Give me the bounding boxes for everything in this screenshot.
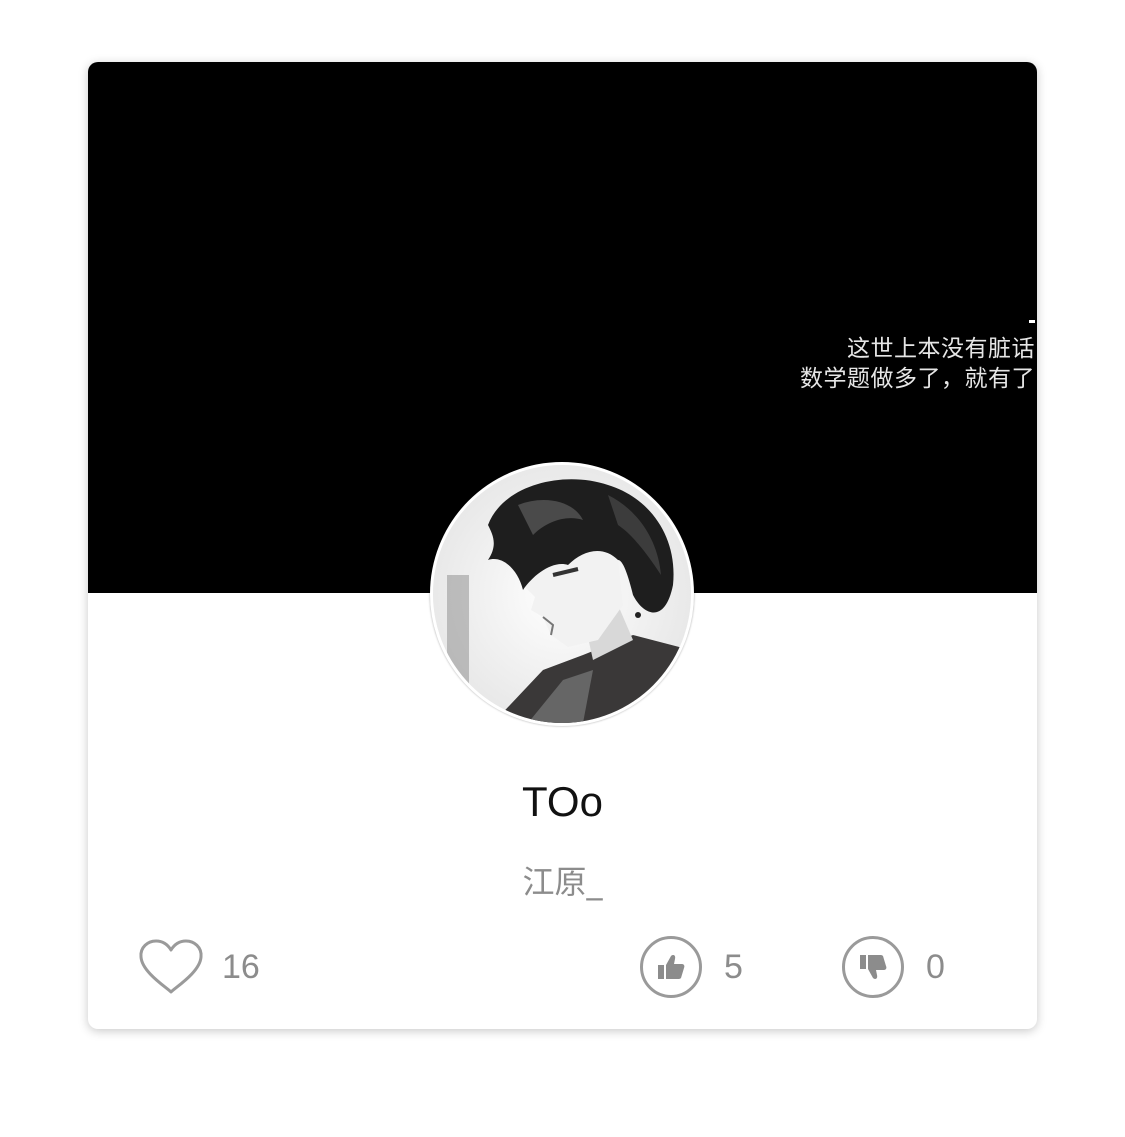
downvote-button[interactable] <box>842 936 904 998</box>
like-stat[interactable]: 16 <box>138 934 260 1000</box>
downvote-count: 0 <box>926 947 945 986</box>
avatar-illustration <box>433 465 691 723</box>
cover-caption-line-1: 这世上本没有脏话 <box>847 336 1035 362</box>
like-count: 16 <box>222 947 260 986</box>
downvote-stat[interactable]: 0 <box>842 934 945 1000</box>
cover-dash <box>1029 320 1035 323</box>
cover-caption-line-2: 数学题做多了，就有了 <box>800 366 1035 392</box>
upvote-stat[interactable]: 5 <box>640 934 743 1000</box>
username: 江原_ <box>522 863 603 901</box>
avatar[interactable] <box>430 462 694 726</box>
upvote-count: 5 <box>724 947 743 986</box>
cover-caption: 这世上本没有脏话 数学题做多了，就有了 <box>800 334 1035 394</box>
thumbs-up-icon <box>658 955 685 979</box>
nickname: TOo <box>522 778 603 825</box>
profile-card: 这世上本没有脏话 数学题做多了，就有了 TOo 江原_ 16 5 0 <box>88 62 1037 1029</box>
upvote-button[interactable] <box>640 936 702 998</box>
heart-icon[interactable] <box>138 938 204 996</box>
thumbs-down-icon <box>860 955 887 979</box>
